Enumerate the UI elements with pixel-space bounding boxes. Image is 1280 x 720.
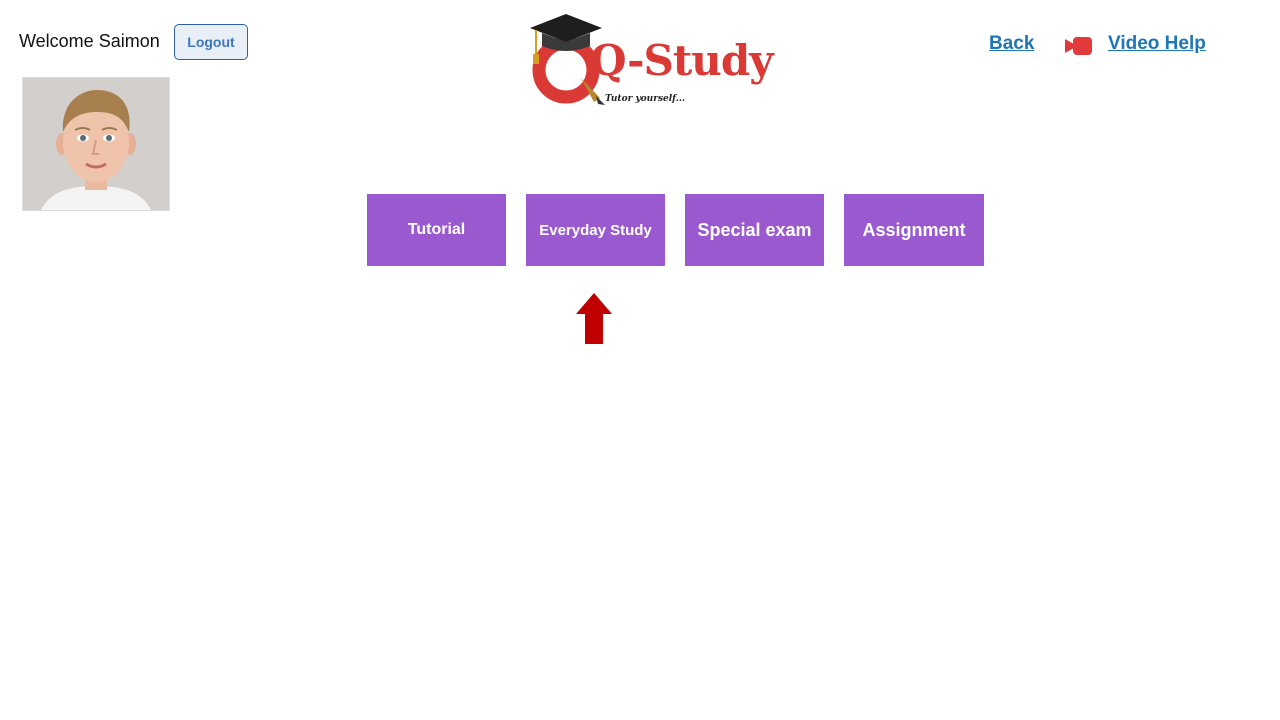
welcome-message: Welcome Saimon	[19, 31, 160, 51]
assignment-button[interactable]: Assignment	[844, 194, 984, 266]
video-help-link[interactable]: Video Help	[1108, 33, 1206, 55]
up-arrow-icon	[576, 293, 612, 344]
tutorial-button[interactable]: Tutorial	[367, 194, 506, 266]
q-study-logo: Q-Study Tutor yourself...	[526, 10, 774, 110]
avatar	[22, 77, 170, 211]
student-dashboard: Welcome Saimon Logout Q-Study Tutor your…	[0, 0, 1280, 720]
back-link[interactable]: Back	[989, 33, 1034, 55]
logo-text: Q-Study	[590, 36, 774, 85]
logout-button[interactable]: Logout	[174, 24, 248, 60]
logo-tagline: Tutor yourself...	[605, 94, 686, 104]
everyday-study-button[interactable]: Everyday Study	[526, 194, 665, 266]
video-camera-icon[interactable]	[1065, 36, 1092, 56]
special-exam-button[interactable]: Special exam	[685, 194, 824, 266]
